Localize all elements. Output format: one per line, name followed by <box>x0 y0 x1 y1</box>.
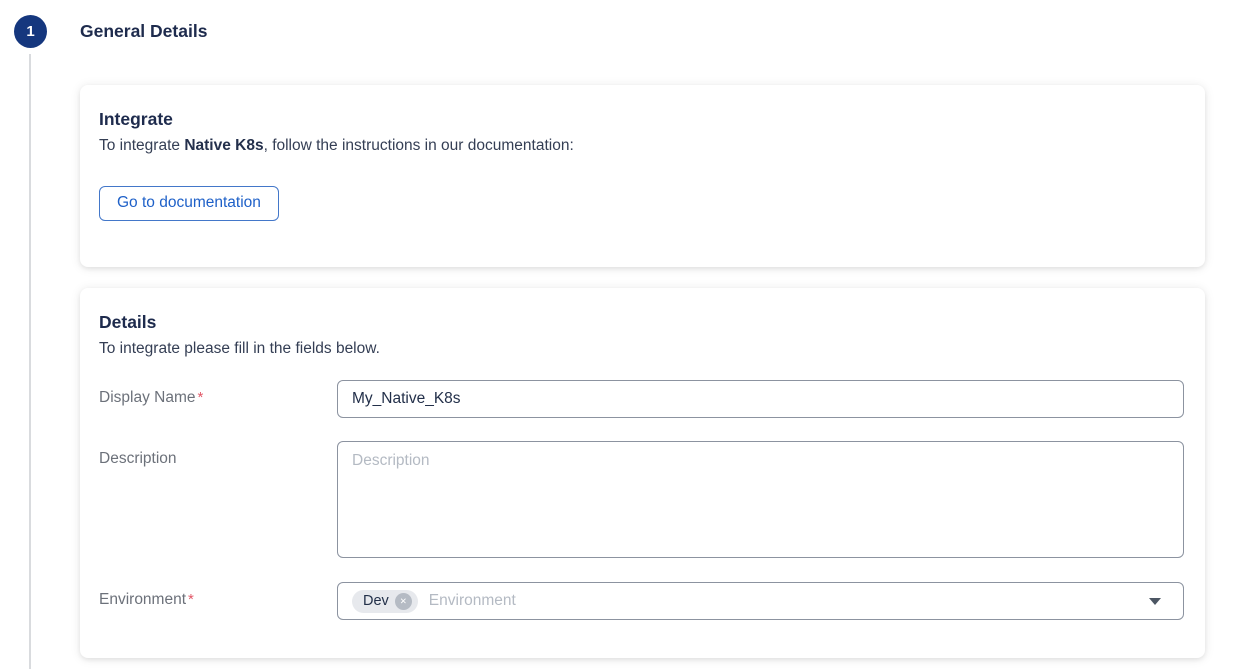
display-name-row: Display Name* <box>99 380 1185 418</box>
integrate-card-title: Integrate <box>99 109 1185 130</box>
required-asterisk: * <box>197 389 203 406</box>
description-label-text: Description <box>99 450 177 467</box>
details-card-subtitle: To integrate please fill in the fields b… <box>99 340 1185 358</box>
display-name-field-wrap <box>337 380 1184 418</box>
integration-name: Native K8s <box>184 137 263 154</box>
description-label: Description <box>99 441 337 468</box>
go-to-documentation-button[interactable]: Go to documentation <box>99 186 279 221</box>
display-name-input[interactable] <box>337 380 1184 418</box>
environment-placeholder: Environment <box>429 592 516 610</box>
stepper-connector-line <box>29 54 31 669</box>
step-number: 1 <box>26 23 34 40</box>
instructions-prefix: To integrate <box>99 137 184 154</box>
remove-tag-icon[interactable]: ✕ <box>395 593 412 610</box>
general-details-step-page: 1 General Details Integrate To integrate… <box>0 0 1237 669</box>
environment-tag-dev: Dev ✕ <box>352 590 418 613</box>
integrate-instructions-text: To integrate Native K8s, follow the inst… <box>99 137 1185 155</box>
step-number-badge: 1 <box>14 15 47 48</box>
description-textarea[interactable] <box>337 441 1184 558</box>
display-name-label-text: Display Name <box>99 389 195 406</box>
integrate-card: Integrate To integrate Native K8s, follo… <box>80 85 1205 267</box>
details-card-title: Details <box>99 312 1185 333</box>
environment-label: Environment* <box>99 582 337 609</box>
required-asterisk: * <box>188 591 194 608</box>
details-card: Details To integrate please fill in the … <box>80 288 1205 658</box>
environment-label-text: Environment <box>99 591 186 608</box>
caret-down-icon[interactable] <box>1149 598 1161 605</box>
description-row: Description <box>99 441 1185 558</box>
description-field-wrap <box>337 441 1184 558</box>
display-name-label: Display Name* <box>99 380 337 407</box>
step-title: General Details <box>80 21 207 42</box>
instructions-suffix: , follow the instructions in our documen… <box>264 137 574 154</box>
environment-multiselect[interactable]: Dev ✕ Environment <box>337 582 1184 620</box>
environment-field-wrap: Dev ✕ Environment <box>337 582 1184 620</box>
environment-tag-label: Dev <box>363 593 389 609</box>
environment-row: Environment* Dev ✕ Environment <box>99 582 1185 620</box>
